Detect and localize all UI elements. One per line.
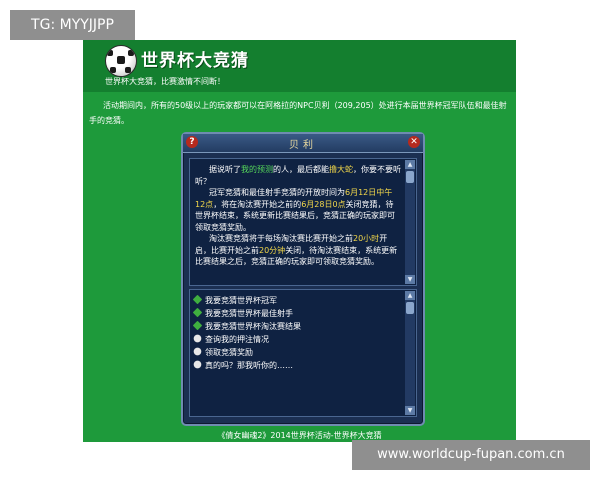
chat-icon [193,360,202,369]
intro-text: 活动期间内，所有的50级以上的玩家都可以在阿格拉的NPC贝利（209,205）处… [89,101,507,125]
dialog-story-panel: 据说听了我的预测的人，最后都能撸大蛇，你要不要听听？ 冠军竞猜和最佳射手竞猜的开… [189,158,417,286]
watermark-top-label: TG: MYYJJPP [10,10,135,40]
intro-paragraph: 活动期间内，所有的50级以上的玩家都可以在阿格拉的NPC贝利（209,205）处… [89,98,513,128]
dialog-title-bar[interactable]: ? 贝利 ✕ [183,134,423,153]
option-guess-champion[interactable]: 我要竞猜世界杯冠军 [192,294,401,307]
dialog-options-list: 我要竞猜世界杯冠军 我要竞猜世界杯最佳射手 我要竞猜世界杯淘汰赛结果 查询我的押… [192,294,401,372]
scroll-down-icon[interactable]: ▼ [405,406,415,415]
option-guess-top-scorer[interactable]: 我要竞猜世界杯最佳射手 [192,307,401,320]
scroll-down-icon[interactable]: ▼ [405,275,415,284]
story-text: 据说听了我的预测的人，最后都能撸大蛇，你要不要听听？ 冠军竞猜和最佳射手竞猜的开… [195,164,401,268]
chat-icon [193,334,202,343]
banner-subtitle: 世界杯大竞猜，比赛激情不间断！ [105,77,225,86]
option-agree[interactable]: 真的吗？那我听你的…… [193,359,401,372]
banner-title: 世界杯大竞猜 [141,51,249,71]
scroll-up-icon[interactable]: ▲ [405,160,415,169]
option-guess-knockout[interactable]: 我要竞猜世界杯淘汰赛结果 [192,320,401,333]
story-scrollbar[interactable]: ▲ ▼ [405,160,415,284]
story-paragraph-1: 据说听了我的预测的人，最后都能撸大蛇，你要不要听听？ [195,165,401,186]
dialog-options-panel: 我要竞猜世界杯冠军 我要竞猜世界杯最佳射手 我要竞猜世界杯淘汰赛结果 查询我的押… [189,289,417,417]
option-claim-reward[interactable]: 领取竞猜奖励 [193,346,401,359]
story-paragraph-3: 淘汰赛竞猜将于每场淘汰赛比赛开始之前20小时开启，比赛开始之前20分钟关闭，待淘… [195,234,398,266]
watermark-bottom-label: www.worldcup-fupan.com.cn [352,440,590,470]
close-icon[interactable]: ✕ [408,136,420,148]
event-banner: 世界杯大竞猜 世界杯大竞猜，比赛激情不间断！ [83,40,516,92]
npc-dialog-window[interactable]: ? 贝利 ✕ 据说听了我的预测的人，最后都能撸大蛇，你要不要听听？ 冠军竞猜和最… [181,132,425,426]
event-page: 世界杯大竞猜 世界杯大竞猜，比赛激情不间断！ 活动期间内，所有的50级以上的玩家… [83,40,516,442]
scroll-thumb[interactable] [406,171,414,183]
options-scrollbar[interactable]: ▲ ▼ [405,291,415,415]
quest-icon [192,307,203,318]
quest-icon [192,320,203,331]
soccer-ball-icon [105,45,137,77]
quest-icon [192,294,203,305]
chat-icon [193,347,202,356]
story-paragraph-2: 冠军竞猜和最佳射手竞猜的开放时间为6月12日中午12点，将在淘汰赛开始之前的6月… [195,188,395,232]
dialog-title: 贝利 [289,140,317,151]
option-check-bets[interactable]: 查询我的押注情况 [193,333,401,346]
scroll-up-icon[interactable]: ▲ [405,291,415,300]
scroll-thumb[interactable] [406,302,414,314]
